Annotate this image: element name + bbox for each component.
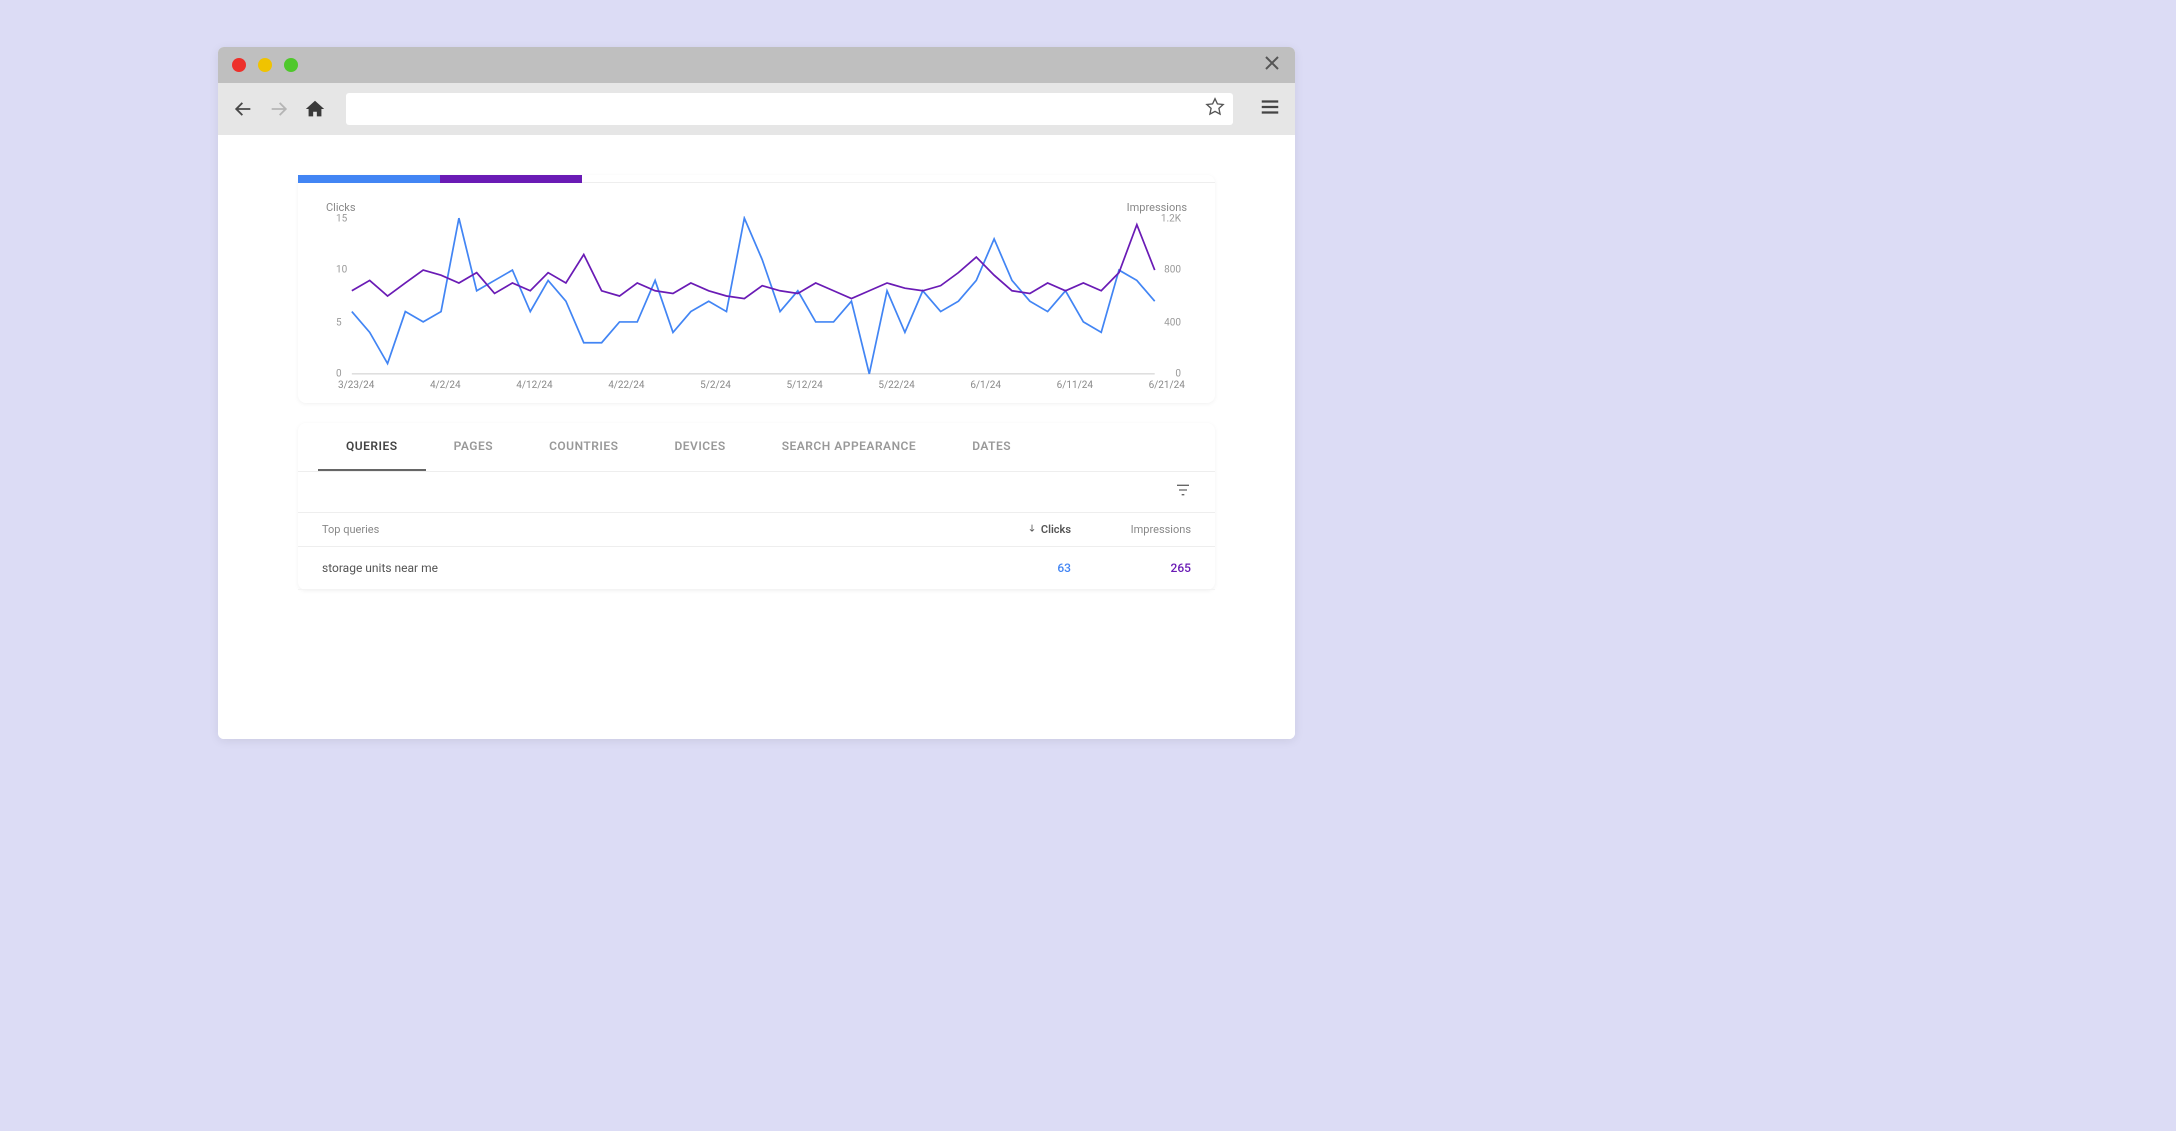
forward-button[interactable] [268,98,290,120]
line-chart-svg [326,216,1187,376]
chart-area: Clicks Impressions 15 10 5 0 1.2K 800 40… [298,183,1215,403]
y-tick: 15 [336,214,347,225]
query-cell: storage units near me [322,561,951,575]
browser-window: Clicks Impressions 15 10 5 0 1.2K 800 40… [218,47,1295,739]
menu-button[interactable] [1259,96,1281,122]
x-tick: 4/12/24 [516,380,552,391]
chart-plot: 15 10 5 0 1.2K 800 400 0 [326,216,1187,376]
table-header: Top queries Clicks Impressions [298,512,1215,547]
y-tick: 1.2K [1161,214,1181,225]
filter-row [298,472,1215,512]
browser-toolbar [218,83,1295,135]
x-tick: 6/21/24 [1149,380,1185,391]
tab-search-appearance[interactable]: SEARCH APPEARANCE [754,423,944,471]
column-header-clicks-label: Clicks [1041,523,1071,536]
close-window-button[interactable] [232,58,246,72]
traffic-lights [232,58,298,72]
x-axis-ticks: 3/23/24 4/2/24 4/12/24 4/22/24 5/2/24 5/… [326,376,1187,391]
x-tick: 5/12/24 [786,380,822,391]
y-tick: 10 [336,265,347,276]
performance-chart-panel: Clicks Impressions 15 10 5 0 1.2K 800 40… [298,175,1215,403]
tab-countries[interactable]: COUNTRIES [521,423,646,471]
close-icon[interactable] [1263,53,1281,77]
x-tick: 4/2/24 [430,380,461,391]
y-tick: 0 [1175,369,1181,380]
url-bar[interactable] [346,93,1233,125]
x-tick: 6/11/24 [1057,380,1093,391]
y-axis-left-label: Clicks [326,201,356,214]
metric-clicks-tab[interactable] [298,175,440,183]
chart-axis-labels: Clicks Impressions [326,201,1187,214]
x-tick: 6/1/24 [970,380,1001,391]
tab-dates[interactable]: DATES [944,423,1039,471]
minimize-window-button[interactable] [258,58,272,72]
y-tick: 0 [336,369,342,380]
url-input[interactable] [354,102,1199,117]
bookmark-star-icon[interactable] [1205,97,1225,121]
impressions-cell: 265 [1071,561,1191,575]
filter-icon[interactable] [1175,482,1191,502]
column-header-clicks[interactable]: Clicks [951,523,1071,536]
column-header-query[interactable]: Top queries [322,523,951,536]
y-tick: 800 [1164,265,1181,276]
tabs-row: QUERIES PAGES COUNTRIES DEVICES SEARCH A… [298,423,1215,472]
table-row[interactable]: storage units near me 63 265 [298,547,1215,590]
title-bar [218,47,1295,83]
back-button[interactable] [232,98,254,120]
x-tick: 4/22/24 [608,380,644,391]
y-tick: 400 [1164,318,1181,329]
tab-queries[interactable]: QUERIES [318,423,426,471]
tab-pages[interactable]: PAGES [426,423,521,471]
home-button[interactable] [304,98,326,120]
x-tick: 5/2/24 [700,380,731,391]
column-header-impressions[interactable]: Impressions [1071,523,1191,536]
x-tick: 5/22/24 [878,380,914,391]
sort-down-icon [1027,523,1037,536]
metric-impressions-tab[interactable] [440,175,582,183]
y-axis-right-label: Impressions [1127,201,1187,214]
queries-panel: QUERIES PAGES COUNTRIES DEVICES SEARCH A… [298,423,1215,590]
clicks-cell: 63 [951,561,1071,575]
page-content: Clicks Impressions 15 10 5 0 1.2K 800 40… [218,135,1295,739]
tab-devices[interactable]: DEVICES [646,423,753,471]
x-tick: 3/23/24 [338,380,374,391]
y-tick: 5 [336,318,342,329]
maximize-window-button[interactable] [284,58,298,72]
metric-selector-bar [298,175,1215,183]
